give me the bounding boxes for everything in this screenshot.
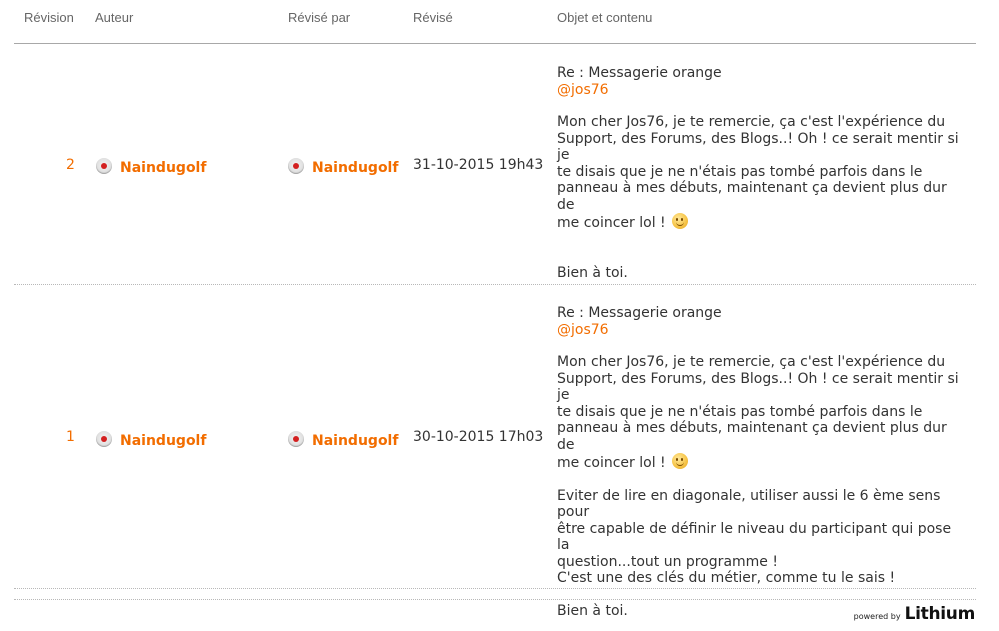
column-header-revised-by: Révisé par [288,10,351,25]
revised-by-cell: Naindugolf [288,431,398,449]
mention-link[interactable]: @jos76 [557,322,967,339]
text-line: être capable de définir le niveau du par… [557,520,952,554]
text-line: Mon cher Jos76, je te remercie, ça c'est… [557,354,946,370]
message-paragraph: Mon cher Jos76, je te remercie, ça c'est… [557,114,967,232]
text-line: panneau à mes débuts, maintenant ça devi… [557,420,947,453]
message-paragraph: Eviter de lire en diagonale, utiliser au… [557,488,967,587]
revised-by-link[interactable]: Naindugolf [312,160,398,176]
row-divider [14,284,976,285]
smiley-icon [672,213,689,229]
offline-status-icon [96,158,112,174]
column-header-subject-content: Objet et contenu [557,10,653,25]
author-link[interactable]: Naindugolf [120,433,206,449]
text-line: te disais que je ne n'étais pas tombé pa… [557,163,923,180]
text-line: te disais que je ne n'étais pas tombé pa… [557,403,923,420]
message-subject: Re : Messagerie orange [557,305,722,321]
revision-number-link[interactable]: 1 [66,429,75,445]
powered-by-label: powered by [853,612,901,621]
row-divider [14,588,976,589]
header-divider [14,43,976,44]
revised-by-cell: Naindugolf [288,158,398,176]
message-subject: Re : Messagerie orange [557,65,722,81]
smiley-icon [672,453,689,469]
lithium-brand: Lithium [904,604,976,624]
mention-link[interactable]: @jos76 [557,82,967,99]
offline-status-icon [288,158,304,174]
text-line: question...tout un programme ! [557,553,778,570]
text-line: panneau à mes débuts, maintenant ça devi… [557,180,947,213]
revision-content: Re : Messagerie orange @jos76 Mon cher J… [557,305,967,619]
revision-number-link[interactable]: 2 [66,157,75,173]
offline-status-icon [288,431,304,447]
offline-status-icon [96,431,112,447]
revision-date: 31-10-2015 19h43 [413,157,544,173]
table-bottom-divider [14,599,976,600]
text-line: Support, des Forums, des Blogs..! Oh ! c… [557,130,959,164]
text-line: Eviter de lire en diagonale, utiliser au… [557,487,941,521]
text-line: Mon cher Jos76, je te remercie, ça c'est… [557,114,946,130]
text-line: me coincer lol ! [557,455,666,471]
text-line: Support, des Forums, des Blogs..! Oh ! c… [557,370,959,404]
author-cell: Naindugolf [96,431,206,449]
revision-content: Re : Messagerie orange @jos76 Mon cher J… [557,65,967,281]
revision-date: 30-10-2015 17h03 [413,429,544,445]
revision-table-header: Révision Auteur Révisé par Révisé Objet … [0,0,999,44]
author-link[interactable]: Naindugolf [120,160,206,176]
column-header-revised: Révisé [413,10,453,25]
column-header-author: Auteur [95,10,134,25]
message-closing: Bien à toi. [557,264,628,281]
author-cell: Naindugolf [96,158,206,176]
text-line: C'est une des clés du métier, comme tu l… [557,570,896,586]
powered-by-logo: powered by Lithium [853,604,976,624]
text-line: me coincer lol ! [557,215,666,231]
column-header-revision: Révision [24,10,74,25]
revised-by-link[interactable]: Naindugolf [312,433,398,449]
message-paragraph: Mon cher Jos76, je te remercie, ça c'est… [557,354,967,472]
